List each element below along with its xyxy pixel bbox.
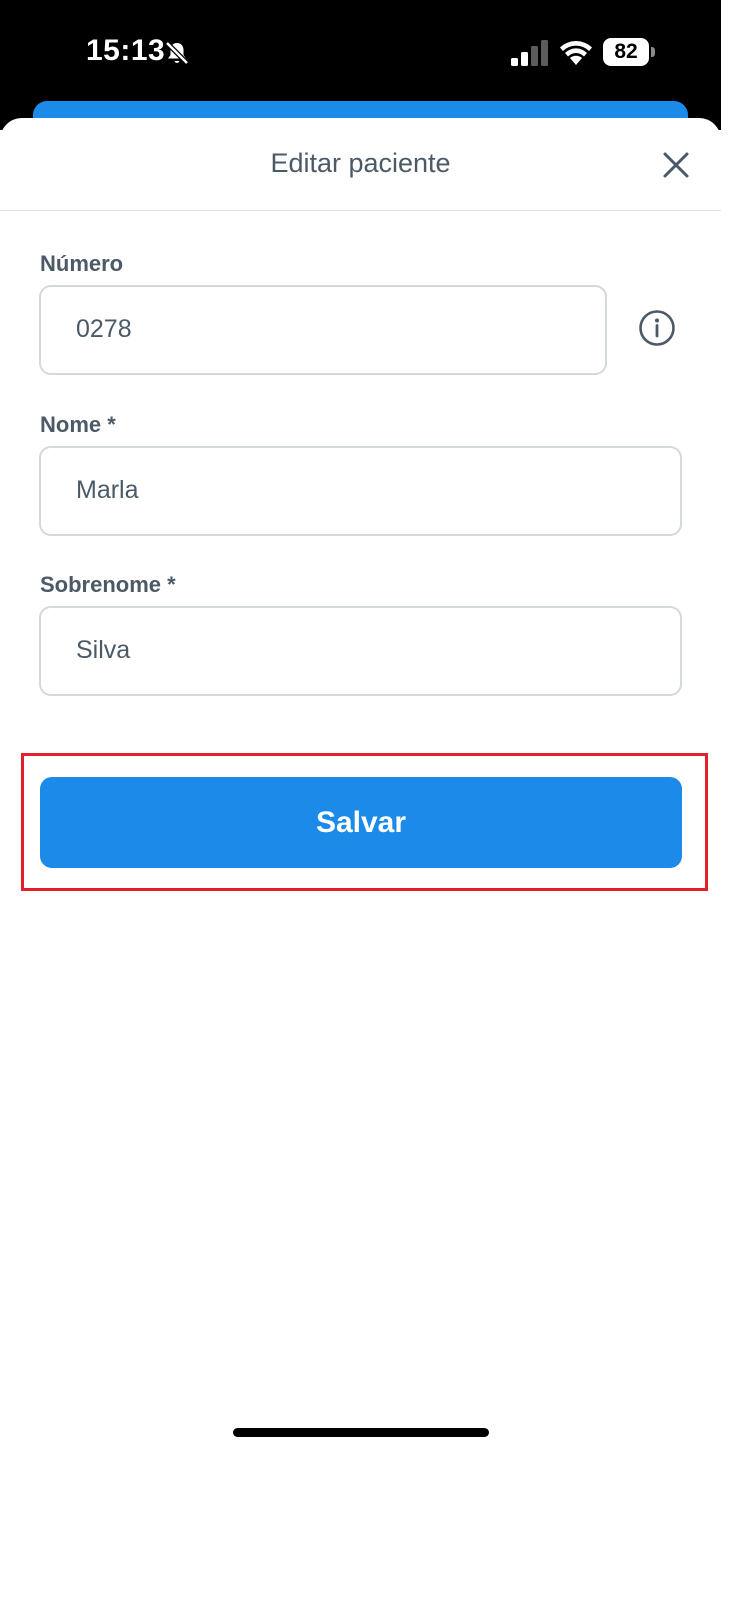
close-icon[interactable] — [656, 145, 696, 185]
nome-value: Marla — [76, 476, 139, 504]
info-icon[interactable] — [638, 309, 676, 347]
nome-field[interactable]: Marla — [39, 446, 682, 536]
sobrenome-value: Silva — [76, 636, 131, 664]
numero-label: Número — [40, 251, 124, 276]
save-button[interactable]: Salvar — [40, 777, 682, 868]
screen: 15:13 82 Editar paciente Número 0278 Nom… — [0, 0, 747, 1600]
numero-field[interactable]: 0278 — [39, 285, 607, 375]
nome-label: Nome * — [40, 412, 116, 437]
battery-level: 82 — [614, 40, 638, 63]
numero-value: 0278 — [76, 315, 132, 343]
edit-patient-sheet: Editar paciente Número 0278 Nome * Marla — [0, 118, 721, 1600]
cellular-signal-icon — [511, 40, 548, 66]
status-time: 15:13 — [86, 34, 166, 67]
wifi-icon — [560, 41, 592, 65]
sobrenome-label: Sobrenome * — [40, 572, 176, 597]
bell-slash-icon — [165, 41, 189, 65]
home-indicator — [233, 1428, 489, 1437]
sobrenome-field[interactable]: Silva — [39, 606, 682, 696]
sheet-header: Editar paciente — [0, 118, 721, 211]
phone-screen: 15:13 82 Editar paciente Número 0278 Nom… — [0, 0, 721, 1600]
battery-tip — [651, 47, 655, 57]
sheet-title: Editar paciente — [270, 148, 451, 178]
battery-icon: 82 — [603, 38, 649, 66]
